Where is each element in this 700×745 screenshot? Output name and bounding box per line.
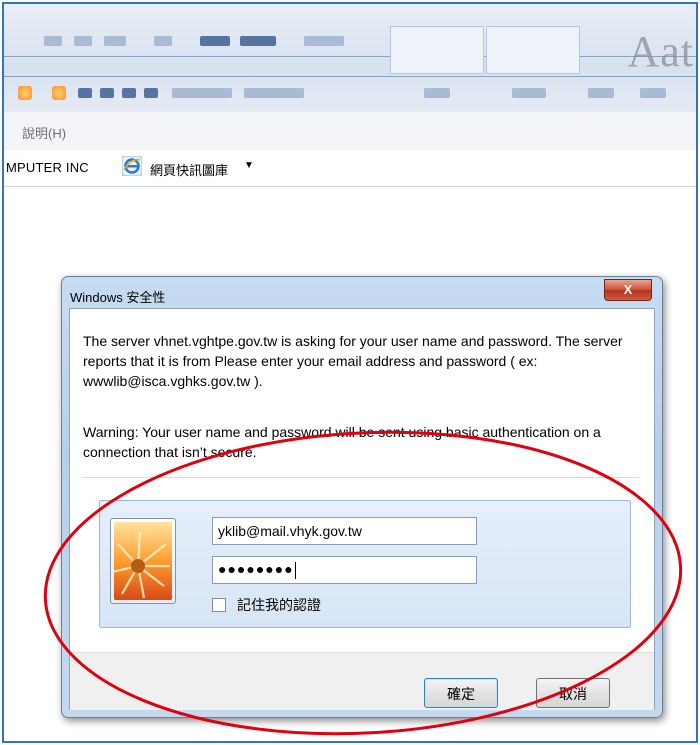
flower-icon <box>114 522 172 600</box>
text-cursor <box>294 561 296 579</box>
ribbon-button[interactable] <box>100 88 114 98</box>
favorites-link-company[interactable]: MPUTER INC <box>6 160 89 175</box>
ok-button[interactable]: 確定 <box>424 678 498 708</box>
ribbon-button[interactable] <box>104 36 126 46</box>
ie-icon <box>122 156 142 176</box>
user-avatar <box>110 518 176 604</box>
menu-item-help[interactable]: 說明(H) <box>22 123 66 142</box>
dialog-body: The server vhnet.vghtpe.gov.tw is asking… <box>69 308 655 710</box>
username-field[interactable]: yklib@mail.vhyk.gov.tw <box>212 517 477 545</box>
ribbon-button[interactable] <box>304 36 344 46</box>
style-gallery-item[interactable] <box>390 26 484 74</box>
close-button[interactable]: X <box>604 279 652 301</box>
server-message: The server vhnet.vghtpe.gov.tw is asking… <box>83 333 623 389</box>
ribbon-color-icon[interactable] <box>52 86 66 100</box>
credential-panel: yklib@mail.vhyk.gov.tw ●●●●●●●● 記住我的認證 <box>99 500 631 628</box>
remember-credentials-label[interactable]: 記住我的認證 <box>237 595 321 615</box>
dialog-footer: 確定 取消 <box>70 652 654 710</box>
style-preview-text: Aat <box>627 27 694 76</box>
password-mask: ●●●●●●●● <box>218 561 294 577</box>
style-gallery-item[interactable] <box>486 26 580 74</box>
web-slice-gallery-link[interactable]: 網頁快訊圖庫 <box>150 160 228 179</box>
ribbon-button[interactable] <box>588 88 614 98</box>
ribbon-color-icon[interactable] <box>18 86 32 100</box>
chevron-down-icon[interactable]: ▼ <box>244 160 254 171</box>
dialog-title: Windows 安全性 <box>70 290 166 305</box>
ribbon-button[interactable] <box>512 88 546 98</box>
ribbon-toolbar: Aat <box>4 4 698 113</box>
ribbon-divider <box>4 56 698 57</box>
ribbon-button[interactable] <box>122 88 136 98</box>
remember-credentials-checkbox[interactable] <box>212 598 226 612</box>
ribbon-button[interactable] <box>78 88 92 98</box>
ribbon-button[interactable] <box>172 88 232 98</box>
ribbon-button[interactable] <box>424 88 450 98</box>
cancel-button[interactable]: 取消 <box>536 678 610 708</box>
ribbon-button[interactable] <box>244 88 304 98</box>
windows-security-dialog: Windows 安全性 X The server vhnet.vghtpe.go… <box>61 276 663 718</box>
ribbon-button[interactable] <box>154 36 172 46</box>
favorites-bar: MPUTER INC 網頁快訊圖庫 ▼ <box>4 150 698 187</box>
ribbon-divider <box>4 76 698 77</box>
divider <box>82 477 639 478</box>
password-field[interactable]: ●●●●●●●● <box>212 556 477 584</box>
ribbon-button[interactable] <box>640 88 666 98</box>
ribbon-button[interactable] <box>74 36 92 46</box>
ribbon-button[interactable] <box>240 36 276 46</box>
menu-bar: 說明(H) <box>4 112 698 151</box>
ribbon-button[interactable] <box>44 36 62 46</box>
security-warning: Warning: Your user name and password wil… <box>83 424 601 460</box>
ribbon-button[interactable] <box>200 36 230 46</box>
ribbon-button[interactable] <box>144 88 158 98</box>
